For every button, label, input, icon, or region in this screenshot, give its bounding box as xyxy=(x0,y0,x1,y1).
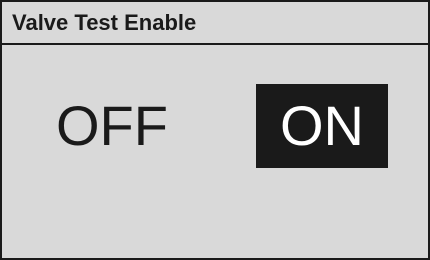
valve-test-screen: Valve Test Enable OFF ON xyxy=(0,0,430,260)
on-option-selected[interactable]: ON xyxy=(256,84,388,168)
off-option[interactable]: OFF xyxy=(42,84,182,168)
page-title: Valve Test Enable xyxy=(12,10,197,35)
title-bar: Valve Test Enable xyxy=(2,2,428,45)
